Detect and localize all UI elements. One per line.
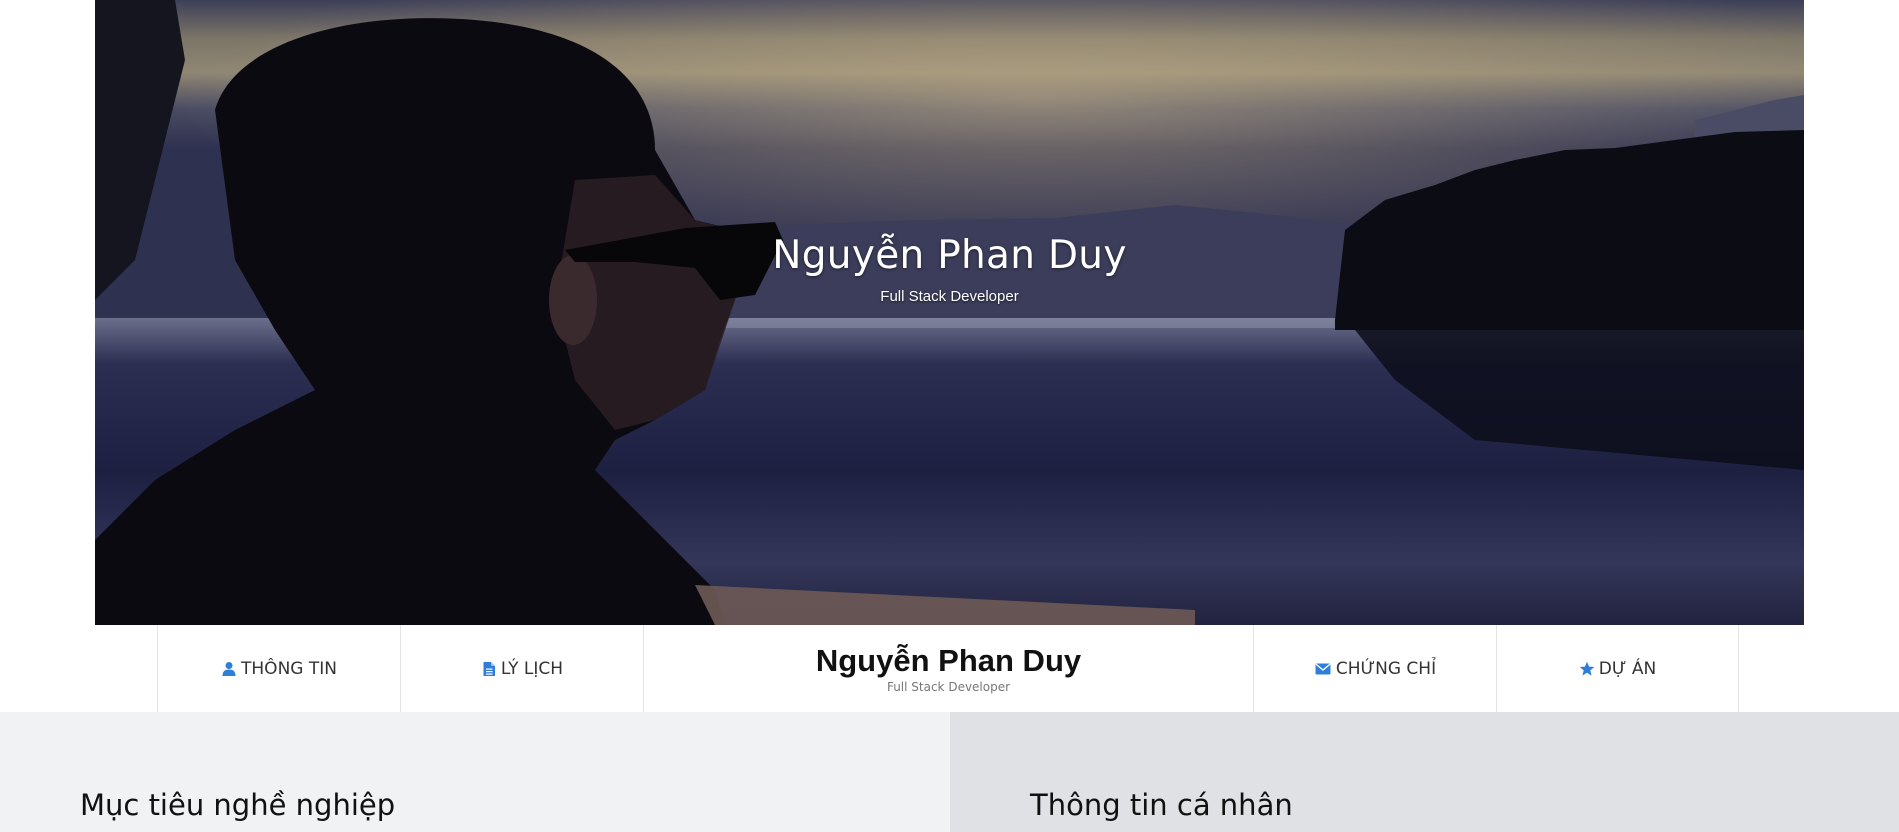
brand-name: Nguyễn Phan Duy bbox=[815, 642, 1082, 678]
main-navigation: THÔNG TIN LÝ LỊCH Nguyễn Phan Duy Full S… bbox=[157, 625, 1742, 712]
career-objective-section: Mục tiêu nghề nghiệp bbox=[0, 712, 950, 832]
brand-tagline: Full Stack Developer bbox=[886, 679, 1011, 694]
nav-item-projects[interactable]: DỰ ÁN bbox=[1496, 625, 1739, 712]
section-heading-career-objective: Mục tiêu nghề nghiệp bbox=[80, 788, 396, 822]
nav-item-label: LÝ LỊCH bbox=[500, 658, 564, 679]
hero-tagline: Full Stack Developer bbox=[880, 288, 1019, 305]
star-icon bbox=[1579, 661, 1595, 676]
nav-brand[interactable]: Nguyễn Phan Duy Full Stack Developer bbox=[643, 625, 1253, 712]
user-icon bbox=[222, 661, 236, 676]
nav-item-label: DỰ ÁN bbox=[1598, 658, 1657, 679]
nav-item-info[interactable]: THÔNG TIN bbox=[157, 625, 400, 712]
hero-name: Nguyễn Phan Duy bbox=[772, 233, 1127, 278]
nav-item-label: THÔNG TIN bbox=[241, 658, 337, 679]
hero-banner: Nguyễn Phan Duy Full Stack Developer bbox=[95, 0, 1804, 625]
personal-info-section: Thông tin cá nhân bbox=[950, 712, 1899, 832]
nav-item-label: CHỨNG CHỈ bbox=[1335, 658, 1437, 679]
section-heading-personal-info: Thông tin cá nhân bbox=[1030, 788, 1293, 822]
hero-background-image bbox=[95, 0, 1804, 625]
document-icon bbox=[483, 661, 495, 676]
envelope-icon bbox=[1315, 663, 1331, 674]
nav-item-certificates[interactable]: CHỨNG CHỈ bbox=[1253, 625, 1496, 712]
nav-item-resume[interactable]: LÝ LỊCH bbox=[400, 625, 643, 712]
page: Nguyễn Phan Duy Full Stack Developer THÔ… bbox=[0, 0, 1899, 832]
